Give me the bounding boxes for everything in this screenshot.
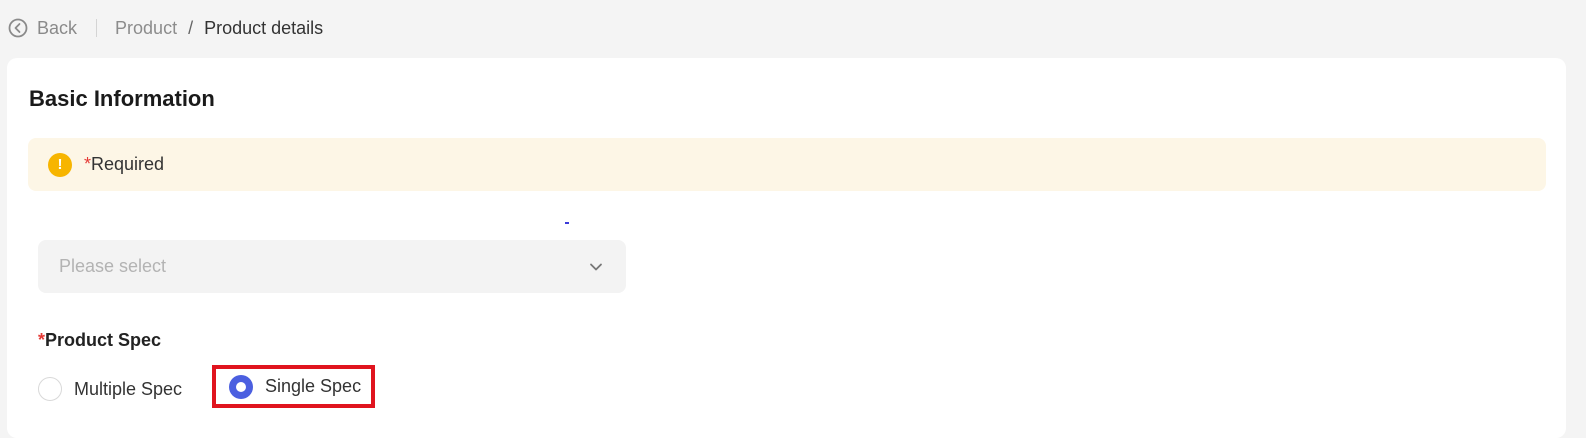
radio-single-spec[interactable]: Single Spec (212, 365, 375, 408)
chevron-down-icon (590, 263, 602, 270)
notice-label: Required (91, 154, 165, 174)
required-star: * (38, 330, 46, 350)
category-select[interactable]: Please select (38, 240, 626, 293)
radio-checked-icon (229, 374, 253, 399)
artifact-dot (565, 222, 569, 224)
chevron-left-circle-icon (8, 18, 28, 38)
radio-multiple-spec[interactable]: Multiple Spec (38, 377, 182, 401)
breadcrumb-separator: / (188, 17, 194, 38)
basic-information-card: Basic Information ! *Required Please sel… (7, 58, 1566, 438)
product-spec-label-text: Product Spec (45, 330, 162, 350)
required-star: * (84, 154, 92, 174)
section-title: Basic Information (29, 86, 215, 111)
notice-text: *Required (84, 154, 164, 175)
radio-label-single-spec: Single Spec (265, 376, 362, 396)
select-placeholder: Please select (59, 256, 167, 276)
breadcrumb-product[interactable]: Product (115, 18, 177, 39)
radio-label-multiple-spec: Multiple Spec (74, 378, 183, 399)
radio-unchecked-icon (38, 377, 62, 401)
back-button[interactable]: Back (8, 18, 77, 39)
product-spec-radio-group: Multiple Spec Single Spec (38, 365, 375, 408)
required-notice: ! *Required (28, 138, 1546, 191)
breadcrumb-current: Product details (204, 17, 324, 38)
divider (96, 19, 98, 37)
back-label: Back (37, 17, 78, 38)
top-bar: Back Product / Product details (0, 0, 1586, 56)
product-spec-label: *Product Spec (38, 330, 161, 351)
info-icon: ! (48, 152, 72, 177)
